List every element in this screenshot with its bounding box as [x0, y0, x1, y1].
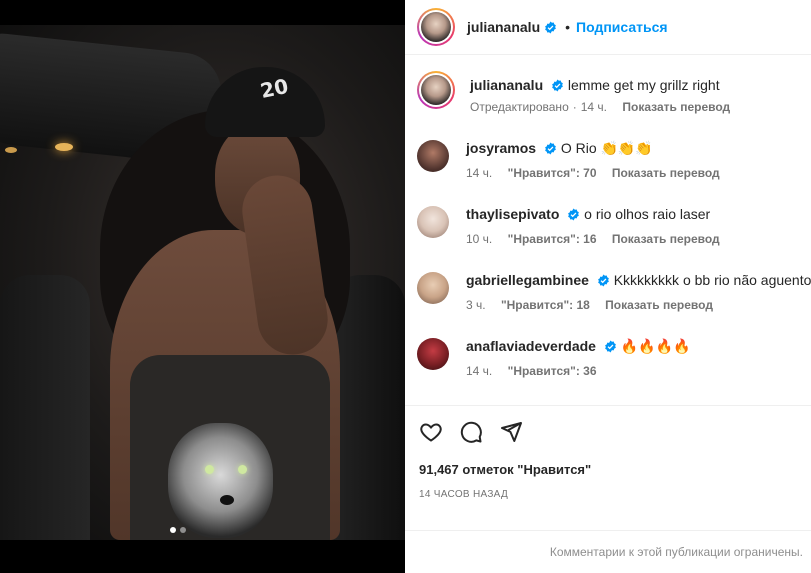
comments-section: juliananalu lemme get my grillz right От…	[405, 56, 811, 406]
translate-link[interactable]: Показать перевод	[612, 232, 720, 246]
verified-badge-icon	[552, 79, 563, 92]
author-avatar[interactable]	[417, 8, 455, 46]
comment-time[interactable]: 14 ч.	[466, 364, 492, 378]
comment-row: gabriellegambinee Kkkkkkkkk o bb rio não…	[417, 271, 811, 312]
caption-edited: Отредактировано	[470, 100, 569, 114]
follow-button[interactable]: Подписаться	[576, 19, 668, 35]
comment-username[interactable]: josyramos	[466, 140, 536, 156]
carousel-dot[interactable]	[180, 527, 186, 533]
comment-username[interactable]: gabriellegambinee	[466, 272, 589, 288]
post-photo: 20	[0, 25, 405, 540]
translate-link[interactable]: Показать перевод	[605, 298, 713, 312]
commenter-avatar[interactable]	[417, 272, 449, 304]
comment-time[interactable]: 3 ч.	[466, 298, 486, 312]
separator-dot: •	[565, 19, 571, 35]
heart-icon[interactable]	[419, 420, 443, 444]
post-header: juliananalu • Подписаться	[405, 0, 811, 55]
dog	[168, 423, 273, 538]
carousel-dot-active[interactable]	[170, 527, 176, 533]
car-seat	[0, 275, 90, 540]
verified-badge-icon	[597, 274, 609, 287]
comment-row: anaflaviadeverdade 🔥🔥🔥🔥 14 ч. "Нравится"…	[417, 337, 690, 378]
share-icon[interactable]	[499, 420, 523, 444]
post-panel: juliananalu • Подписаться juliananalu le…	[405, 0, 811, 573]
dog-eye	[238, 465, 247, 474]
comment-text: Kkkkkkkkk o bb rio não aguento	[613, 272, 811, 288]
commenter-avatar[interactable]	[417, 140, 449, 172]
comment-likes[interactable]: "Нравится": 70	[508, 166, 597, 180]
caption-row: juliananalu lemme get my grillz right От…	[417, 71, 742, 114]
verified-badge-icon	[545, 142, 556, 155]
dog-nose	[220, 495, 234, 505]
commenter-avatar[interactable]	[417, 338, 449, 370]
post-time[interactable]: 14 ЧАСОВ НАЗАД	[419, 489, 508, 500]
comment-likes[interactable]: "Нравится": 16	[508, 232, 597, 246]
caption-time[interactable]: 14 ч.	[581, 100, 607, 114]
comment-text: O Rio 👏👏👏	[560, 140, 653, 156]
commenter-avatar[interactable]	[417, 206, 449, 238]
avatar-image	[421, 12, 451, 42]
translate-link[interactable]: Показать перевод	[612, 166, 720, 180]
car-light	[5, 147, 17, 153]
comment-username[interactable]: anaflaviadeverdade	[466, 338, 596, 354]
comments-limited-notice: Комментарии к этой публикации ограничены…	[405, 530, 811, 573]
action-bar: 91,467 отметок "Нравится" 14 ЧАСОВ НАЗАД	[405, 405, 811, 545]
caption-username[interactable]: juliananalu	[470, 77, 543, 93]
author-username[interactable]: juliananalu	[467, 19, 540, 35]
dog-eye	[205, 465, 214, 474]
caption-avatar[interactable]	[417, 71, 455, 109]
verified-badge-icon	[604, 340, 616, 353]
comment-icon[interactable]	[459, 420, 483, 444]
footer-text: Комментарии к этой публикации ограничены…	[549, 545, 803, 559]
comment-likes[interactable]: "Нравится": 36	[508, 364, 597, 378]
comment-row: josyramos O Rio 👏👏👏 14 ч. "Нравится": 70…	[417, 139, 732, 180]
car-light	[55, 143, 73, 151]
caption-text: lemme get my grillz right	[567, 77, 720, 93]
comment-username[interactable]: thaylisepivato	[466, 206, 559, 222]
comment-row: thaylisepivato o rio olhos raio laser 10…	[417, 205, 732, 246]
post-media[interactable]: 20	[0, 0, 405, 573]
comment-time[interactable]: 14 ч.	[466, 166, 492, 180]
comment-text: 🔥🔥🔥🔥	[620, 338, 691, 354]
comment-likes[interactable]: "Нравится": 18	[501, 298, 590, 312]
comment-time[interactable]: 10 ч.	[466, 232, 492, 246]
comment-text: o rio olhos raio laser	[584, 206, 711, 222]
carousel-dots	[170, 527, 186, 533]
verified-badge-icon	[545, 21, 556, 33]
translate-link[interactable]: Показать перевод	[622, 100, 730, 114]
likes-count[interactable]: 91,467 отметок "Нравится"	[419, 462, 591, 477]
verified-badge-icon	[568, 208, 580, 221]
